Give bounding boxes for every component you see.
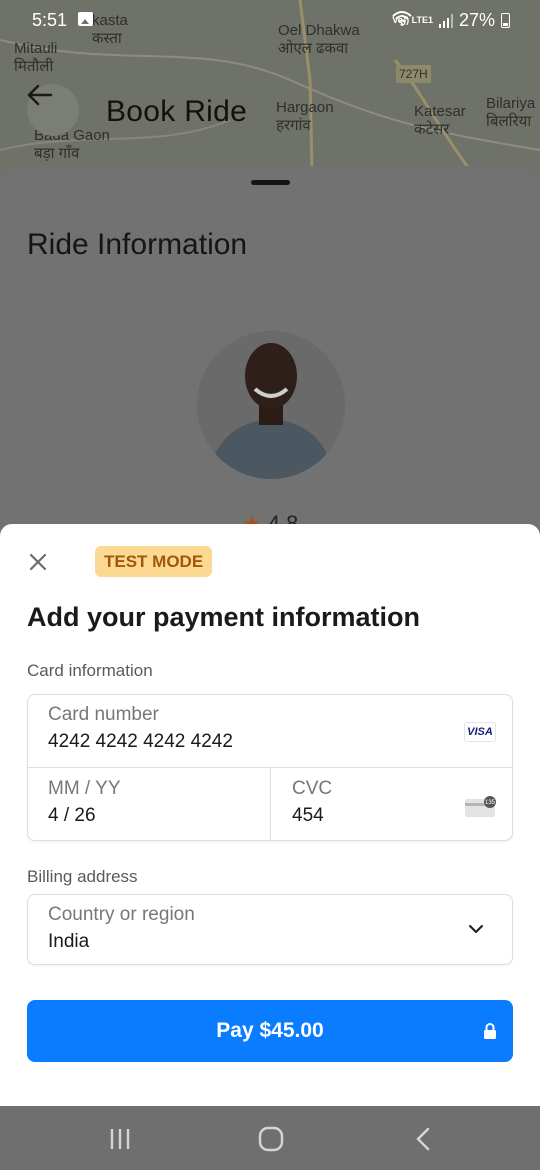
cvc-field[interactable]: CVC 454 135 (271, 768, 513, 841)
payment-title: Add your payment information (27, 602, 421, 632)
card-info-group: Card number 4242 4242 4242 4242 VISA MM … (27, 694, 513, 841)
home-icon (258, 1126, 284, 1152)
card-info-label: Card information (27, 661, 153, 680)
lock-icon (484, 1023, 496, 1039)
battery-percent: 27% (458, 10, 495, 30)
pay-button-label: Pay $45.00 (216, 1019, 324, 1042)
system-nav-bar (0, 1106, 540, 1170)
visa-icon: VISA (464, 722, 496, 742)
status-time: 5:51 (32, 10, 68, 30)
cvc-placeholder: CVC (292, 778, 333, 799)
expiry-field[interactable]: MM / YY 4 / 26 (28, 768, 270, 841)
chevron-left-icon (416, 1127, 430, 1151)
recent-apps-button[interactable] (105, 1124, 135, 1154)
status-bar: 5:51 Vo)) LTE1 27% (0, 0, 540, 40)
cvc-value: 454 (292, 805, 324, 826)
card-number-value: 4242 4242 4242 4242 (48, 731, 233, 752)
close-button[interactable] (24, 548, 52, 576)
country-placeholder: Country or region (48, 904, 195, 925)
map-label-katesar: Katesar कटेसर (414, 103, 466, 138)
close-icon (29, 553, 47, 571)
arrow-left-icon (27, 84, 53, 106)
payment-sheet: TEST MODE Add your payment information C… (0, 524, 540, 1106)
map-label-727h: 727H (396, 65, 431, 83)
expiry-value: 4 / 26 (48, 805, 96, 826)
signal-icon (438, 13, 453, 28)
country-select[interactable]: Country or region India (27, 894, 513, 965)
wifi-icon (392, 11, 412, 26)
ride-info-title: Ride Information (27, 228, 248, 261)
cvc-card-icon: 135 (465, 796, 496, 817)
cvc-icon-text: 135 (485, 800, 496, 806)
ride-info-sheet: Ride Information ★ 4.8 (0, 166, 540, 566)
drag-handle[interactable] (251, 180, 290, 185)
back-button[interactable] (27, 84, 79, 136)
map-label-bilariya: Bilariya बिलरिया (486, 95, 536, 130)
page-title: Book Ride (106, 95, 248, 128)
pay-button[interactable]: Pay $45.00 (27, 1000, 513, 1062)
card-number-field[interactable]: Card number 4242 4242 4242 4242 VISA (28, 695, 512, 768)
gallery-notification-icon (78, 12, 93, 26)
chevron-down-icon (469, 925, 483, 933)
country-value: India (48, 931, 90, 952)
map-label-hargaon: Hargaon हरगांव (276, 99, 334, 134)
driver-avatar (197, 331, 345, 479)
map-label-mitauli: Mitauli मितौली (14, 40, 58, 75)
test-mode-badge: TEST MODE (95, 546, 213, 577)
recent-apps-icon (110, 1129, 130, 1149)
card-number-placeholder: Card number (48, 704, 159, 725)
system-back-button[interactable] (408, 1124, 438, 1154)
home-button[interactable] (256, 1124, 286, 1154)
driver-photo (197, 331, 345, 479)
battery-icon (501, 13, 510, 28)
expiry-placeholder: MM / YY (48, 778, 121, 799)
billing-label: Billing address (27, 867, 138, 886)
